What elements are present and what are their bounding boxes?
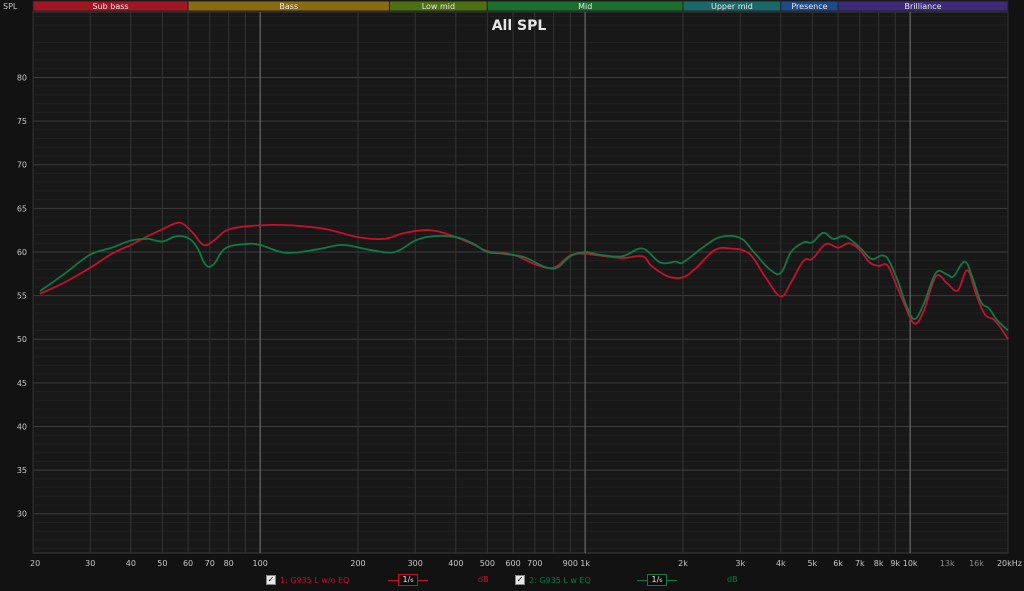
x-tick-label: 9k [890, 559, 900, 568]
y-tick-label: 75 [17, 117, 27, 126]
series2-smoothing-control[interactable]: 1/₆ [637, 574, 677, 586]
series1-checkbox[interactable]: ✓ [266, 575, 276, 585]
x-tick-labels: 20 30 40 50 60 70 80 100 200 300 400 500 600 700 900 1k… [30, 559, 1022, 568]
plot-background [32, 11, 1009, 554]
series1-unit[interactable]: dB [478, 575, 489, 584]
band-label: Low mid [422, 2, 455, 11]
spl-chart: Sub bass Bass Low mid Mid Upper mid Presence B… [3, 0, 1022, 568]
band-label: Presence [791, 2, 827, 11]
x-tick-label: 13k [940, 559, 955, 568]
series1-smoothing-control[interactable]: 1/₆ [388, 574, 428, 586]
x-tick-label: 8k [874, 559, 884, 568]
band-label: Mid [578, 2, 592, 11]
x-tick-label: 900 [563, 559, 578, 568]
x-tick-label: 200 [350, 559, 365, 568]
x-tick-label: 70 [205, 559, 215, 568]
legend-bar: ✓ 1: G935 L w/o EQ 1/₆ dB ✓ 2: G935 L w … [0, 572, 1024, 590]
x-tick-label: 20kHz [997, 559, 1022, 568]
x-tick-label: 10k [903, 559, 918, 568]
y-axis-label: SPL [3, 2, 18, 11]
series2-unit[interactable]: dB [727, 575, 738, 584]
y-tick-label: 30 [17, 510, 27, 519]
x-tick-label: 80 [224, 559, 234, 568]
x-tick-label: 16k [969, 559, 984, 568]
x-tick-label: 2k [678, 559, 688, 568]
x-tick-label: 100 [253, 559, 268, 568]
y-tick-label: 80 [17, 73, 27, 82]
frequency-band-bar: Sub bass Bass Low mid Mid Upper mid Presence B… [32, 0, 1009, 12]
x-tick-label: 5k [807, 559, 817, 568]
y-tick-label: 50 [17, 335, 27, 344]
x-tick-label: 300 [408, 559, 423, 568]
x-tick-label: 4k [776, 559, 786, 568]
x-tick-label: 600 [505, 559, 520, 568]
series1-label: 1: G935 L w/o EQ [280, 575, 350, 585]
y-tick-label: 70 [17, 161, 27, 170]
legend-item-series1[interactable]: ✓ 1: G935 L w/o EQ [266, 575, 349, 585]
x-tick-label: 400 [448, 559, 463, 568]
x-tick-label: 20 [30, 559, 40, 568]
series2-checkbox[interactable]: ✓ [515, 575, 525, 585]
y-tick-label: 65 [17, 204, 27, 213]
legend-item-series2[interactable]: ✓ 2: G935 L w EQ [515, 575, 591, 585]
x-tick-label: 50 [157, 559, 167, 568]
band-label: Bass [279, 2, 298, 11]
series2-label: 2: G935 L w EQ [529, 575, 591, 585]
y-tick-label: 60 [17, 248, 27, 257]
band-label: Upper mid [711, 2, 753, 11]
y-tick-label: 45 [17, 379, 27, 388]
chart-title: All SPL [492, 18, 547, 34]
series1-smoothing-value[interactable]: 1/₆ [398, 574, 418, 586]
y-tick-label: 35 [17, 466, 27, 475]
x-tick-label: 6k [833, 559, 843, 568]
x-tick-label: 3k [735, 559, 745, 568]
band-label: Brilliance [905, 2, 942, 11]
x-tick-label: 700 [527, 559, 542, 568]
x-tick-label: 1k [580, 559, 590, 568]
x-tick-label: 40 [126, 559, 136, 568]
series2-smoothing-value[interactable]: 1/₆ [647, 574, 667, 586]
band-label: Sub bass [92, 2, 128, 11]
y-tick-label: 40 [17, 422, 27, 431]
y-tick-label: 55 [17, 292, 27, 301]
y-tick-labels: 30 35 40 45 50 55 60 65 70 75 80 [17, 73, 27, 518]
x-tick-label: 30 [85, 559, 95, 568]
x-tick-label: 60 [183, 559, 193, 568]
x-tick-label: 500 [480, 559, 495, 568]
x-tick-label: 7k [855, 559, 865, 568]
